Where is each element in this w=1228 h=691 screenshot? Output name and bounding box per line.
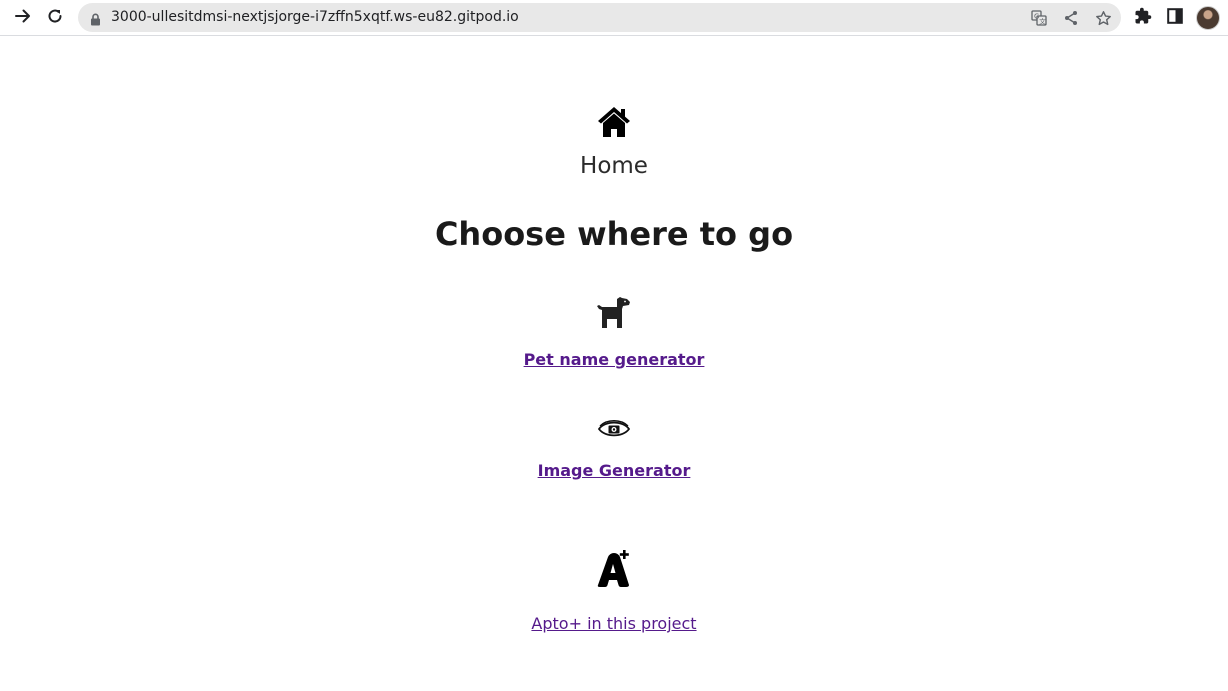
side-panel-button[interactable] — [1161, 4, 1189, 32]
home-label: Home — [580, 153, 648, 179]
dog-icon — [0, 296, 1228, 330]
lock-icon[interactable] — [90, 11, 101, 30]
star-icon[interactable] — [1092, 7, 1114, 29]
font-plus-icon — [0, 549, 1228, 589]
forward-button[interactable] — [9, 4, 37, 32]
arrow-right-icon — [14, 7, 32, 29]
image-generator-link[interactable]: Image Generator — [538, 461, 691, 480]
eye-icon — [0, 418, 1228, 440]
browser-toolbar: 3000-ullesitdmsi-nextjsjorge-i7zffn5xqtf… — [0, 0, 1228, 36]
puzzle-icon — [1134, 7, 1152, 29]
reload-button[interactable] — [41, 4, 69, 32]
pet-name-generator-link[interactable]: Pet name generator — [524, 350, 705, 369]
side-panel-icon — [1167, 8, 1183, 28]
page-content: Home Choose where to go Pet name generat… — [0, 37, 1228, 691]
address-bar[interactable]: 3000-ullesitdmsi-nextjsjorge-i7zffn5xqtf… — [78, 3, 1121, 32]
svg-text:文: 文 — [1039, 17, 1046, 26]
extensions-button[interactable] — [1129, 4, 1157, 32]
reload-icon — [46, 7, 64, 29]
page-title: Choose where to go — [434, 215, 794, 253]
share-icon[interactable] — [1060, 7, 1082, 29]
apto-plus-link[interactable]: Apto+ in this project — [531, 614, 696, 633]
url-text[interactable]: 3000-ullesitdmsi-nextjsjorge-i7zffn5xqtf… — [111, 3, 519, 32]
translate-icon[interactable]: G文 — [1028, 7, 1050, 29]
home-icon — [0, 104, 1228, 140]
avatar[interactable] — [1196, 6, 1220, 30]
